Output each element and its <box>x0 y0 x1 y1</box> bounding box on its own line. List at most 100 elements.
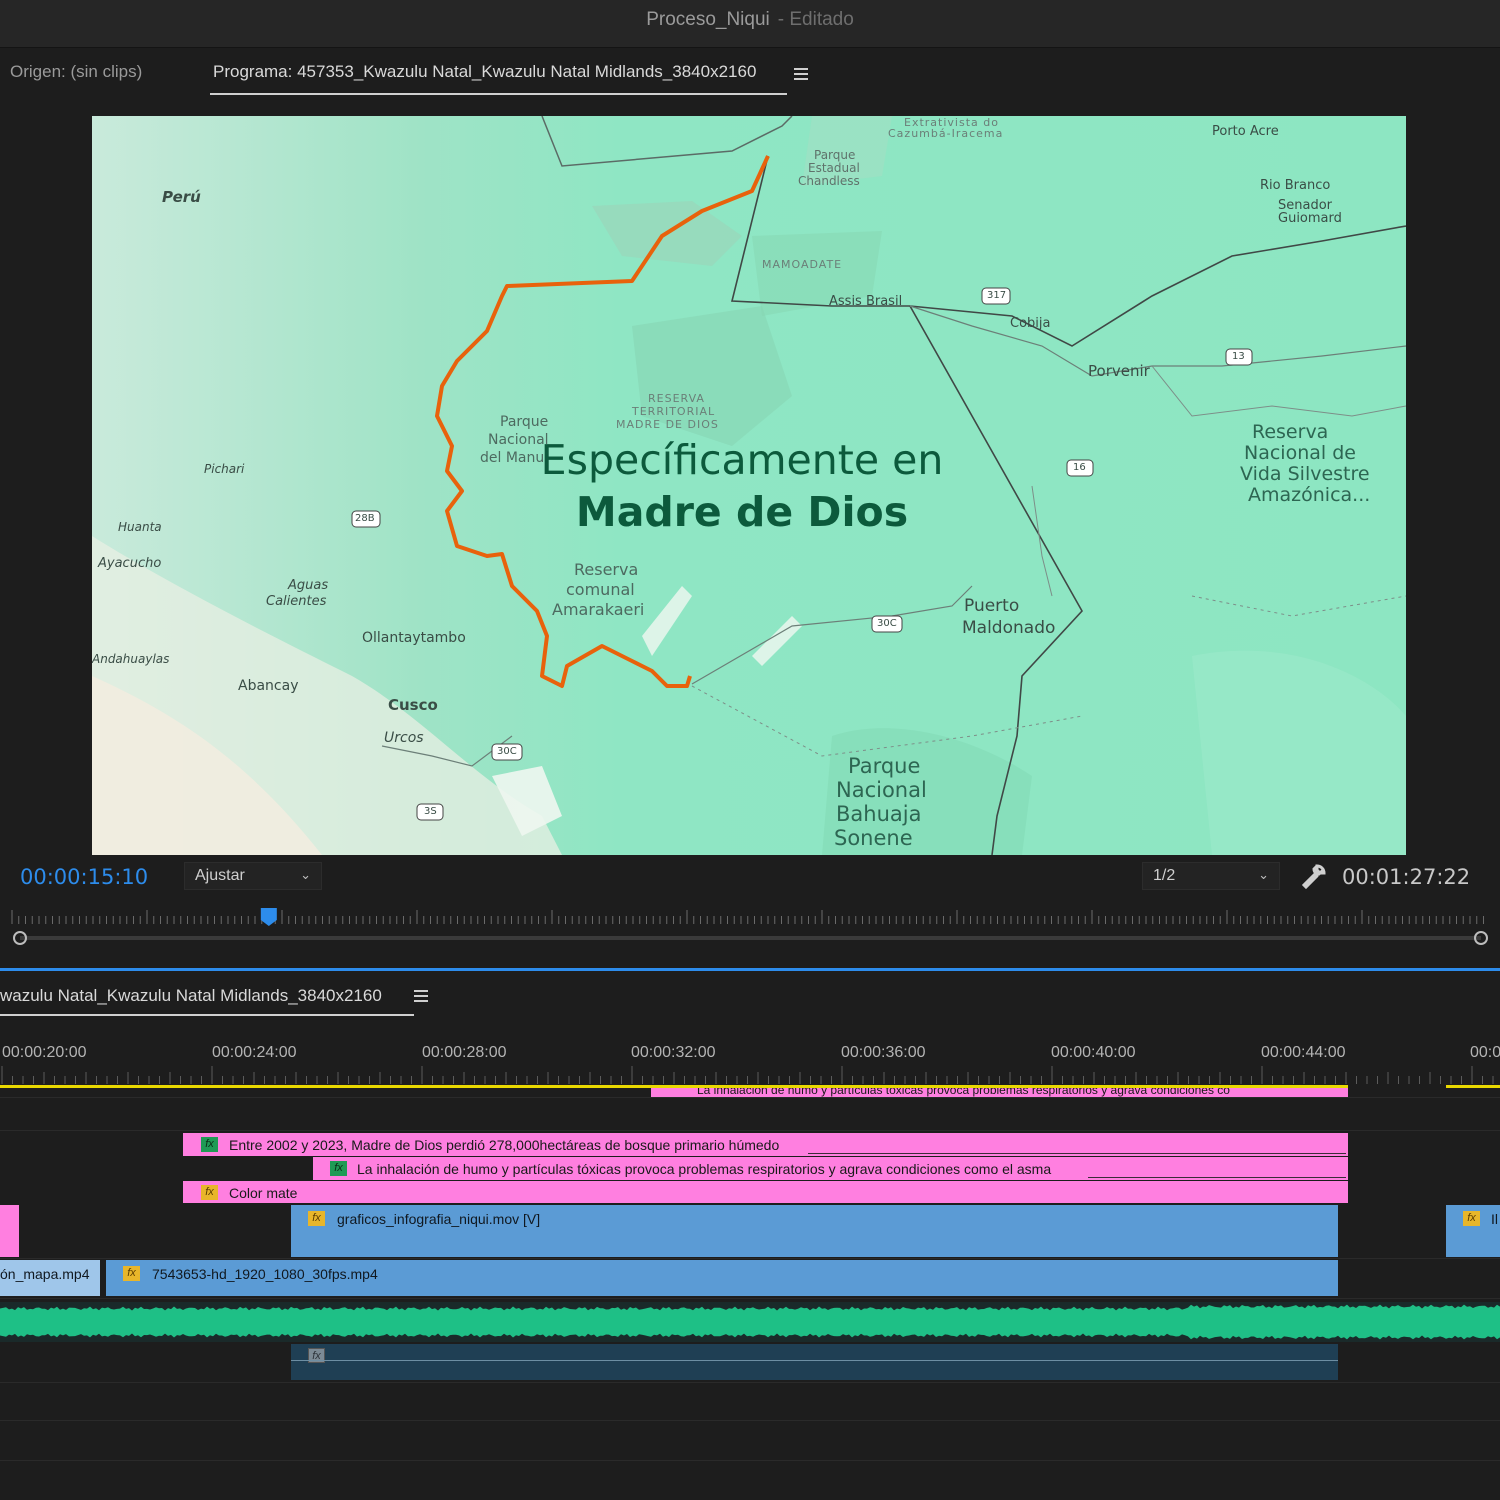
ruler-tick-label: 00:00:36:00 <box>841 1044 926 1061</box>
duration-timecode: 00:01:27:22 <box>1342 865 1471 889</box>
map-label-comunal: comunal <box>566 580 635 599</box>
clip-label: La inhalación de humo y partículas tóxic… <box>357 1161 1052 1177</box>
graphic-clip-text1[interactable]: fx Entre 2002 y 2023, Madre de Dios perd… <box>183 1133 1348 1156</box>
track-separator <box>0 1460 1500 1461</box>
map-label-vida-silvestre: Vida Silvestre <box>1240 463 1370 485</box>
waveform-body <box>0 1314 1500 1330</box>
panel-divider[interactable] <box>0 968 1500 971</box>
ruler-tick-label: 00:00:40:00 <box>1051 1044 1136 1061</box>
map-label-puerto: Puerto <box>964 596 1020 616</box>
map-label-pichari: Pichari <box>204 462 245 476</box>
ruler-tick-label: 00:00:32:00 <box>631 1044 716 1061</box>
graphic-clip-text2[interactable]: fx La inhalación de humo y partículas tó… <box>313 1157 1348 1180</box>
map-label-chandless: Chandless <box>798 174 860 188</box>
timeline-tab-bar: wazulu Natal_Kwazulu Natal Midlands_3840… <box>0 972 1500 1016</box>
ruler-tick-label: 00:0 <box>1470 1044 1500 1061</box>
opacity-line <box>808 1153 1346 1154</box>
audio-clip[interactable]: fx <box>291 1344 1338 1380</box>
playhead-icon <box>260 908 277 926</box>
timeline-panel-menu-icon[interactable] <box>414 990 428 1002</box>
map-label-porvenir: Porvenir <box>1088 362 1150 380</box>
clip-label: graficos_infografia_niqui.mov [V] <box>337 1211 541 1227</box>
timeline-ruler[interactable] <box>0 1030 1500 1094</box>
map-label-parque-manu: Parque <box>500 414 549 430</box>
map-label-cobija: Cobija <box>1010 316 1051 331</box>
track-separator <box>0 1298 1500 1299</box>
fx-badge-icon: fx <box>308 1211 325 1226</box>
window-title: Proceso_Niqui - Editado <box>646 9 854 30</box>
video-clip-map[interactable]: ón_mapa.mp4 <box>0 1260 100 1296</box>
fx-badge-icon: fx <box>330 1161 347 1176</box>
opacity-line <box>1088 1177 1346 1178</box>
program-viewer[interactable]: Perú Extrativista do Cazumbá-Iracema Por… <box>92 116 1406 855</box>
video-clip-right[interactable]: fx Il <box>1446 1205 1500 1257</box>
map-label-bahuaja: Bahuaja <box>836 802 922 826</box>
map-label-cusco: Cusco <box>388 696 438 714</box>
route-badge-13: 13 <box>1232 351 1245 362</box>
clip-label: Il <box>1491 1211 1498 1227</box>
volume-line <box>291 1360 1338 1361</box>
map-label-sonene: Sonene <box>834 826 913 850</box>
track-separator <box>0 1420 1500 1421</box>
map-label-andahuaylas: Andahuaylas <box>92 652 170 666</box>
map-label-guiomard: Guiomard <box>1278 211 1342 226</box>
route-badge-30c: 30C <box>877 618 897 629</box>
tab-sequence[interactable]: wazulu Natal_Kwazulu Natal Midlands_3840… <box>0 986 414 1016</box>
route-badge-317: 317 <box>987 290 1007 301</box>
wrench-icon[interactable] <box>1300 864 1326 890</box>
monitor-tab-bar: Origen: (sin clips) Programa: 457353_Kwa… <box>0 50 1500 96</box>
chevron-down-icon: ⌄ <box>300 867 311 882</box>
map-label-nacional-bahuaja: Nacional <box>836 778 927 802</box>
program-time-ruler[interactable] <box>0 900 1500 952</box>
map-label-abancay: Abancay <box>238 678 299 694</box>
graphic-clip-left[interactable] <box>0 1205 19 1257</box>
map-label-amazonica: Amazónica... <box>1248 484 1371 506</box>
track-separator <box>0 1258 1500 1259</box>
fx-badge-icon: fx <box>201 1137 218 1152</box>
route-badge-3s: 3S <box>424 806 437 817</box>
ruler-tick-label: 00:00:28:00 <box>422 1044 507 1061</box>
map-label-peru: Perú <box>162 188 201 206</box>
video-clip-graphics[interactable]: fx graficos_infografia_niqui.mov [V] <box>291 1205 1338 1257</box>
video-clip-main[interactable]: fx 7543653-hd_1920_1080_30fps.mp4 <box>106 1260 1338 1296</box>
tab-program-monitor[interactable]: Programa: 457353_Kwazulu Natal_Kwazulu N… <box>209 62 788 95</box>
zoom-fit-label: Ajustar <box>195 867 245 884</box>
graphic-clip-top[interactable]: La inhalación de humo y partículas tóxic… <box>651 1088 1348 1097</box>
map-label-reserva-territorial: RESERVA <box>648 392 705 405</box>
fx-badge-icon: fx <box>201 1185 218 1200</box>
program-controls: 00:00:15:10 Ajustar ⌄ 1/2 ⌄ 00:01:27:22 <box>0 858 1500 898</box>
map-label-rio-branco: Rio Branco <box>1260 178 1331 193</box>
caption-line-1: Específicamente en <box>540 436 944 484</box>
map-label-estadual: Estadual <box>808 161 860 175</box>
map-label-calientes: Calientes <box>266 594 327 609</box>
color-mate-clip[interactable]: fx Color mate <box>183 1181 1348 1203</box>
clip-label: Color mate <box>229 1185 298 1201</box>
route-badge-30c-south: 30C <box>497 746 517 757</box>
fx-badge-icon: fx <box>1463 1211 1480 1226</box>
map-label-aguas: Aguas <box>288 578 329 593</box>
clip-label: Entre 2002 y 2023, Madre de Dios perdió … <box>229 1137 780 1153</box>
caption-overlay: Específicamente en Madre de Dios <box>422 434 1062 538</box>
map-label-cazumba: Cazumbá-Iracema <box>888 127 1004 140</box>
track-separator <box>0 1382 1500 1383</box>
route-badge-16: 16 <box>1073 462 1086 473</box>
playback-resolution-dropdown[interactable]: 1/2 ⌄ <box>1142 862 1280 890</box>
ruler-tick-label: 00:00:44:00 <box>1261 1044 1346 1061</box>
program-panel-menu-icon[interactable] <box>794 68 808 80</box>
map-label-ollantaytambo: Ollantaytambo <box>362 630 466 646</box>
map-label-amarakaeri: Amarakaeri <box>552 600 645 619</box>
zoom-fit-dropdown[interactable]: Ajustar ⌄ <box>184 862 322 890</box>
audio-waveform[interactable] <box>0 1302 1500 1342</box>
clip-label: La inhalación de humo y partículas tóxic… <box>697 1088 1230 1097</box>
ruler-tick-label: 00:00:24:00 <box>212 1044 297 1061</box>
scrub-bar <box>20 936 1481 940</box>
map-label-madre-de-dios-reserve: MADRE DE DIOS <box>616 418 719 431</box>
tab-source-monitor[interactable]: Origen: (sin clips) <box>10 62 142 82</box>
playback-resolution-label: 1/2 <box>1153 867 1176 884</box>
map-label-reserva-nacional: Reserva <box>1252 421 1329 443</box>
current-timecode[interactable]: 00:00:15:10 <box>20 865 148 889</box>
fx-badge-icon: fx <box>123 1266 140 1281</box>
map-label-parque-estadual: Parque <box>814 148 856 162</box>
ruler-tick-label: 00:00:20:00 <box>2 1044 87 1061</box>
map-label-huanta: Huanta <box>118 520 162 534</box>
